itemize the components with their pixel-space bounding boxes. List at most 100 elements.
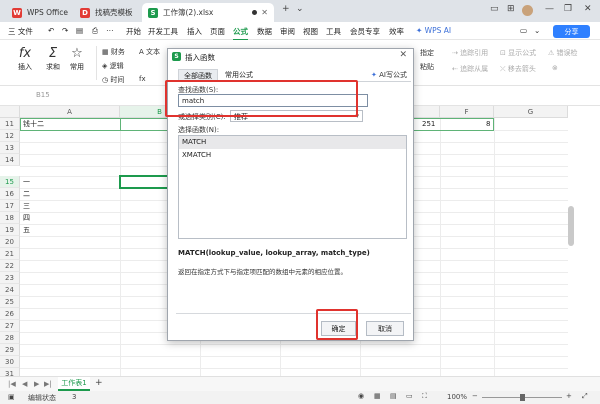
next-sheet-icon[interactable]: ▶ xyxy=(34,380,39,388)
row-header[interactable]: 11 xyxy=(0,118,20,130)
view-page-icon[interactable]: ▤ xyxy=(390,392,397,400)
function-list[interactable]: MATCH XMATCH xyxy=(178,135,407,239)
new-tab-icon[interactable]: + xyxy=(282,4,290,14)
paste-button[interactable]: 粘贴 xyxy=(420,62,434,72)
window-layout-icon[interactable]: ▭ xyxy=(490,4,499,14)
vertical-scrollbar[interactable] xyxy=(568,206,574,246)
row-header[interactable]: 22 xyxy=(0,260,20,272)
ai-formula-link[interactable]: ✦ AI写公式 xyxy=(371,70,407,80)
autosum-button[interactable]: Σ 求和 xyxy=(40,45,66,72)
close-tab-icon[interactable]: ✕ xyxy=(261,8,268,17)
zoom-in-icon[interactable]: + xyxy=(566,392,572,400)
avatar[interactable] xyxy=(522,5,533,16)
cell-f11[interactable]: 8 xyxy=(486,118,490,130)
menu-data[interactable]: 数据 xyxy=(257,26,272,37)
row-header[interactable]: 21 xyxy=(0,248,20,260)
row-header[interactable]: 25 xyxy=(0,296,20,308)
view-reading-icon[interactable]: ▭ xyxy=(406,392,413,400)
cell-a19[interactable]: 五 xyxy=(23,224,30,236)
trace-dependents-button[interactable]: ⇠ 追踪从属 xyxy=(452,64,488,74)
row-header[interactable]: 16 xyxy=(0,188,20,200)
function-item-match[interactable]: MATCH xyxy=(179,136,406,149)
menu-file[interactable]: 三 文件 xyxy=(8,26,33,37)
cancel-button[interactable]: 取消 xyxy=(366,321,404,336)
grid-apps-icon[interactable]: ⊞ xyxy=(507,4,515,14)
cell-e11[interactable]: 251 xyxy=(422,118,435,130)
menu-insert[interactable]: 插入 xyxy=(187,26,202,37)
remove-arrows-button[interactable]: ⤫ 移去箭头 xyxy=(500,64,536,74)
menu-page[interactable]: 页面 xyxy=(210,26,225,37)
more-icon[interactable]: ⋯ xyxy=(106,26,114,35)
maximize-icon[interactable]: ❐ xyxy=(564,4,572,14)
row-header[interactable]: 18 xyxy=(0,212,20,224)
zoom-slider-handle[interactable] xyxy=(520,394,525,401)
save-icon[interactable]: ▤ xyxy=(76,26,83,35)
logic-button[interactable]: ◈ 逻辑 xyxy=(102,61,124,71)
settings-icon[interactable]: ⌄ xyxy=(534,26,540,35)
menu-formula[interactable]: 公式 xyxy=(233,26,248,41)
menu-developer[interactable]: 开发工具 xyxy=(148,26,178,37)
insert-function-button[interactable]: fx 插入 xyxy=(12,45,38,72)
dialog-close-icon[interactable]: ✕ xyxy=(399,50,407,60)
view-fullscreen-icon[interactable]: ⛶ xyxy=(422,392,427,401)
show-formula-button[interactable]: ⊡ 显示公式 xyxy=(500,48,536,58)
prev-sheet-icon[interactable]: ◀ xyxy=(22,380,27,388)
function-item-xmatch[interactable]: XMATCH xyxy=(179,149,406,162)
column-header-g[interactable]: G xyxy=(494,106,568,118)
row-header[interactable]: 19 xyxy=(0,224,20,236)
common-functions-button[interactable]: ☆ 常用 xyxy=(64,45,90,72)
chevron-down-icon[interactable]: ⌄ xyxy=(296,4,304,14)
row-header[interactable]: 13 xyxy=(0,142,20,154)
row-header[interactable]: 27 xyxy=(0,320,20,332)
view-normal-icon[interactable]: ◉ xyxy=(358,392,364,400)
menu-home[interactable]: 开始 xyxy=(126,26,141,37)
menu-wps-ai[interactable]: ✦ WPS AI xyxy=(416,26,451,35)
column-header-f[interactable]: F xyxy=(440,106,494,118)
select-all-corner[interactable] xyxy=(0,106,20,118)
row-header[interactable]: 15 xyxy=(0,176,20,188)
tab-workbook[interactable]: S 工作簿(2).xlsx ✕ xyxy=(142,3,274,22)
menu-view[interactable]: 视图 xyxy=(303,26,318,37)
cell-a16[interactable]: 二 xyxy=(23,188,30,200)
cell-a18[interactable]: 四 xyxy=(23,212,30,224)
row-header[interactable]: 29 xyxy=(0,344,20,356)
text-button[interactable]: A 文本 xyxy=(139,47,160,57)
row-header[interactable]: 28 xyxy=(0,332,20,344)
row-header[interactable]: 24 xyxy=(0,284,20,296)
row-header[interactable]: 12 xyxy=(0,130,20,142)
zoom-out-icon[interactable]: − xyxy=(472,392,478,400)
menu-tools[interactable]: 工具 xyxy=(326,26,341,37)
undo-icon[interactable]: ↶ xyxy=(48,26,54,35)
row-header[interactable]: 26 xyxy=(0,308,20,320)
row-header[interactable]: 20 xyxy=(0,236,20,248)
cell-a15[interactable]: 一 xyxy=(23,176,30,188)
sheet-tab-1[interactable]: 工作表1 xyxy=(58,377,90,391)
evaluate-icon[interactable]: ⊗ xyxy=(552,64,558,72)
view-layout-icon[interactable]: ▦ xyxy=(374,392,381,400)
cell-a17[interactable]: 三 xyxy=(23,200,30,212)
redo-icon[interactable]: ↷ xyxy=(62,26,68,35)
first-sheet-icon[interactable]: |◀ xyxy=(8,380,16,388)
dialog-title-bar[interactable]: S 插入函数 ✕ xyxy=(168,49,413,65)
last-sheet-icon[interactable]: ▶| xyxy=(44,380,52,388)
menu-member[interactable]: 会员专享 xyxy=(350,26,380,37)
menu-review[interactable]: 审阅 xyxy=(280,26,295,37)
tab-template[interactable]: D 找稿壳模板 xyxy=(74,3,138,22)
menu-efficiency[interactable]: 效率 xyxy=(389,26,404,37)
error-check-button[interactable]: ⚠ 错误检 xyxy=(548,48,578,58)
tab-wps-office[interactable]: W WPS Office xyxy=(6,3,70,22)
more-functions-button[interactable]: fx xyxy=(139,75,146,83)
row-header[interactable]: 14 xyxy=(0,154,20,166)
zoom-level[interactable]: 100% xyxy=(447,393,467,401)
column-header-a[interactable]: A xyxy=(20,106,120,118)
fit-window-icon[interactable]: ⤢ xyxy=(582,392,588,401)
row-header[interactable]: 17 xyxy=(0,200,20,212)
finance-button[interactable]: ▦ 财务 xyxy=(102,47,125,57)
time-button[interactable]: ◷ 时间 xyxy=(102,75,124,85)
cell-a11[interactable]: 钱十二 xyxy=(23,118,44,130)
specify-button[interactable]: 指定 xyxy=(420,48,434,58)
row-header[interactable]: 30 xyxy=(0,356,20,368)
row-header[interactable]: 23 xyxy=(0,272,20,284)
share-button[interactable]: 分享 xyxy=(553,25,590,38)
close-window-icon[interactable]: ✕ xyxy=(584,4,592,14)
